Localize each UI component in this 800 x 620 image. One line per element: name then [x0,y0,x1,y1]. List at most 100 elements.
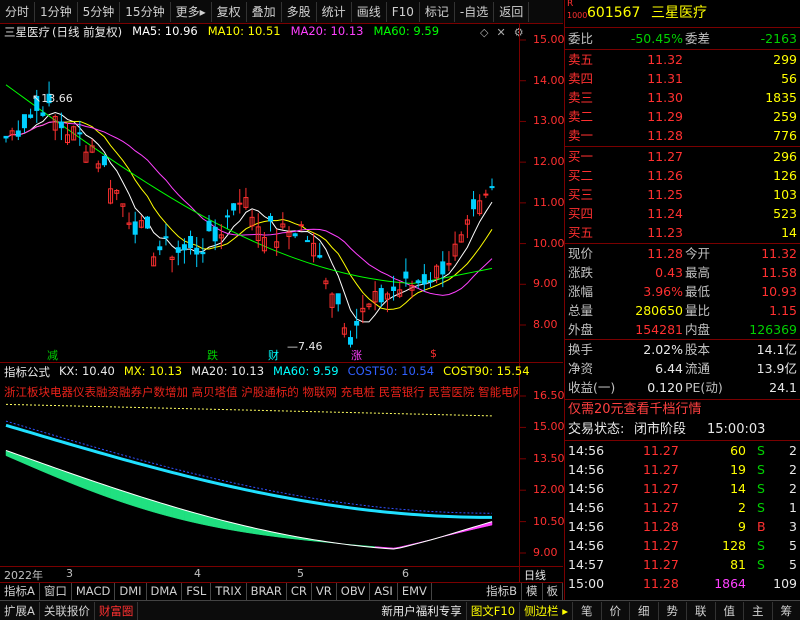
new-user-promo-link[interactable]: 新用户福利专享 [377,601,467,620]
candle-body [224,215,230,218]
indicator-tick: 13.50 [533,451,565,465]
stat-value: 3.96% [643,284,683,299]
candle-body [3,135,9,139]
candle-body [132,221,138,235]
weicha-value: -2163 [760,31,797,46]
signal-zhang[interactable]: 涨 [351,347,362,363]
tick-volume: 81 [730,557,746,572]
indicator-tick: 16.50 [533,389,565,402]
candlestick-chart[interactable] [0,0,563,620]
stat-value: 280650 [635,303,683,318]
side-tab-zhu[interactable]: 主 [744,601,773,620]
promo-row[interactable]: 仅需20元查看千档行情 [565,400,800,420]
tab-extend-a[interactable]: 扩展A [0,601,40,620]
date-label-3: 3 [66,567,73,580]
date-label-6: 6 [402,567,409,580]
tab-indicator-a[interactable]: 指标A [0,583,40,600]
candle-body [317,255,323,258]
tick-volume: 14 [730,481,746,496]
sell-level-5: 卖五 11.32 299 [565,50,800,70]
side-tab-xi[interactable]: 细 [630,601,659,620]
candle-body [231,203,237,211]
r-badge-letter: R [567,0,574,9]
tab-brar[interactable]: BRAR [247,583,287,600]
tab-emv[interactable]: EMV [398,583,432,600]
tick-price: 11.27 [643,481,679,496]
tab-board[interactable]: 板 [543,583,563,600]
candle-body [268,215,274,222]
stat-value: 11.32 [761,246,797,261]
side-tab-shi[interactable]: 势 [659,601,687,620]
buy-level-1: 买一 11.27 296 [565,147,800,167]
signal-cai[interactable]: 财 [268,347,279,363]
candle-body [292,233,298,237]
price-tick: 13.00 [533,114,565,128]
sidebar-toggle-button[interactable]: 侧边栏 ▸ [520,601,573,620]
price-tick: 9.00 [533,277,558,291]
tick-volume: 2 [738,500,746,515]
price-tick: 12.00 [533,155,565,169]
tab-caifuquan[interactable]: 财富圈 [95,601,139,620]
side-tab-chou[interactable]: 筹 [773,602,800,620]
price-tick: 15.00 [533,33,565,46]
tab-dmi[interactable]: DMI [115,583,147,600]
tab-trix[interactable]: TRIX [211,583,247,600]
indicator-ma60-line [5,423,493,519]
tab-dma[interactable]: DMA [147,583,183,600]
stat2-value: 0.120 [647,380,683,395]
side-tab-bi[interactable]: 笔 [573,601,602,620]
stat-row: 现价 11.28 今开 11.32 [565,244,800,264]
sell-price: 11.31 [647,71,683,86]
ind-ma60-label: MA60: 9.59 [273,364,339,378]
stat2-value: 6.44 [655,361,683,376]
tick-volume: 1864 [714,576,746,591]
tick-row: 14:56 11.27 14 S 2 [565,479,800,499]
signal-jian[interactable]: 减 [47,347,58,363]
tab-macd[interactable]: MACD [72,583,116,600]
candle-body [188,236,194,249]
sell-volume: 1835 [765,90,797,105]
candle-body [200,251,206,255]
ma5-line [5,111,493,323]
tab-fsl[interactable]: FSL [182,583,212,600]
stat2-label: PE(动) [685,380,723,395]
tab-template[interactable]: 模 [522,583,543,600]
scrolling-concepts[interactable]: 浙江板块电器仪表融资融券户数增加 高贝塔值 沪股通标的 物联网 充电桩 民营银行… [4,384,518,400]
tab-window[interactable]: 窗口 [40,583,72,600]
date-label-2022: 2022年 [4,569,43,582]
date-axis-period[interactable]: 日线 [524,567,546,583]
tab-cr[interactable]: CR [287,583,312,600]
side-tab-zhi[interactable]: 值 [716,601,744,620]
tab-obv[interactable]: OBV [337,583,371,600]
candle-body [304,240,310,243]
tab-related-quote[interactable]: 关联报价 [40,601,95,620]
f10-text-button[interactable]: 图文F10 [467,601,521,620]
buy-level-2: 买二 11.26 126 [565,166,800,186]
stat-row: 涨跌 0.43 最高 11.58 [565,263,800,283]
candle-body [298,224,304,227]
stat2-value: 13.9亿 [756,361,797,376]
side-tab-jia[interactable]: 价 [602,601,630,620]
tick-volume: 60 [730,443,746,458]
indicator-title[interactable]: 指标公式 [0,364,50,380]
signal-die[interactable]: 跌 [207,347,218,363]
stat-value: 126369 [749,322,797,337]
buy-volume: 523 [773,206,797,221]
date-label-4: 4 [194,567,201,580]
side-tab-lian[interactable]: 联 [687,601,716,620]
tab-asi[interactable]: ASI [370,583,398,600]
signal-dollar[interactable]: $ [430,347,437,360]
sell-price: 11.32 [647,52,683,67]
buy-price: 11.25 [647,187,683,202]
sell-volume: 259 [773,109,797,124]
tick-count: 109 [773,576,797,591]
tab-indicator-b[interactable]: 指标B [482,583,522,600]
candle-body [427,280,433,283]
buy-price: 11.27 [647,149,683,164]
buy-price: 11.24 [647,206,683,221]
tab-vr[interactable]: VR [312,583,337,600]
stat-row: 总量 280650 量比 1.15 [565,301,800,321]
stat-label: 总量 [568,303,594,318]
candle-body [163,236,169,239]
promo-text[interactable]: 仅需20元查看千档行情 [568,400,702,420]
